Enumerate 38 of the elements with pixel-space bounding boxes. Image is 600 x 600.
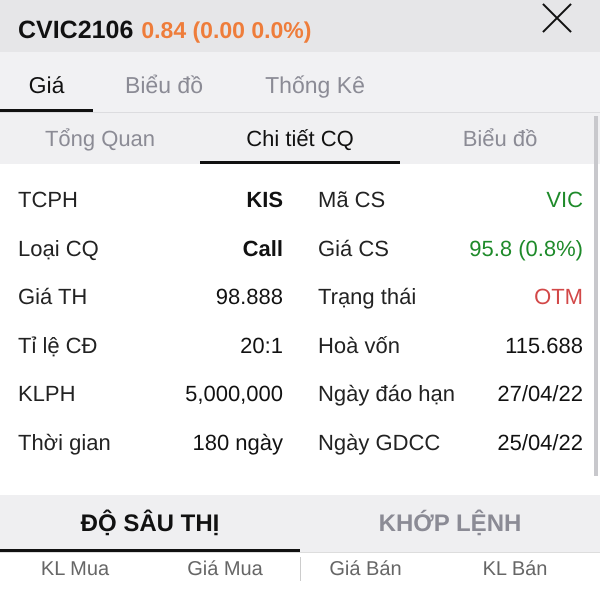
field-value: 27/04/22 [497,380,583,408]
close-icon[interactable] [542,3,572,33]
field-value: 20:1 [240,332,283,360]
field-value: 5,000,000 [185,380,283,408]
column-header: Giá Mua [186,557,264,581]
field-value: OTM [534,283,583,312]
price-change: 0.84 (0.00 0.0%) [141,16,312,44]
field-value: 25/04/22 [497,428,583,457]
field-value: 95.8 (0.8%) [469,234,583,263]
field-value: 115.688 [505,332,583,360]
field-value: KIS [246,186,283,214]
market-tab[interactable]: KHỚP LỆNH [300,495,600,552]
field-label: Giá CS [318,234,389,263]
field-value: 98.888 [216,283,283,312]
field-label: Hoà vốn [318,332,400,360]
column-header: KL Mua [40,557,110,581]
column-header: Giá Bán [300,557,430,581]
column-header: KL Bán [482,557,548,581]
tab[interactable]: Thống Kê [235,52,395,112]
field-label: Ngày đáo hạn [318,380,455,408]
tab[interactable]: Biểu đồ [93,52,235,112]
field-label: Tỉ lệ CĐ [18,332,98,360]
field-label: Mã CS [318,186,386,214]
field-label: Ngày GDCC [318,428,440,457]
market-tab[interactable]: ĐỘ SÂU THỊ [0,495,300,552]
sub-tab[interactable]: Chi tiết CQ [200,113,400,164]
field-value: Call [242,234,283,263]
field-label: Giá TH [18,283,88,312]
field-label: TCPH [18,186,78,214]
symbol-title: CVIC2106 [18,16,134,44]
field-value: VIC [546,186,583,214]
field-label: KLPH [18,380,76,408]
sub-tab[interactable]: Tổng Quan [0,113,200,164]
field-label: Loại CQ [18,234,99,263]
sub-tab[interactable]: Biểu đồ [400,113,600,164]
field-label: Trạng thái [318,283,416,312]
field-value: 180 ngày [192,428,283,457]
field-label: Thời gian [18,428,111,457]
